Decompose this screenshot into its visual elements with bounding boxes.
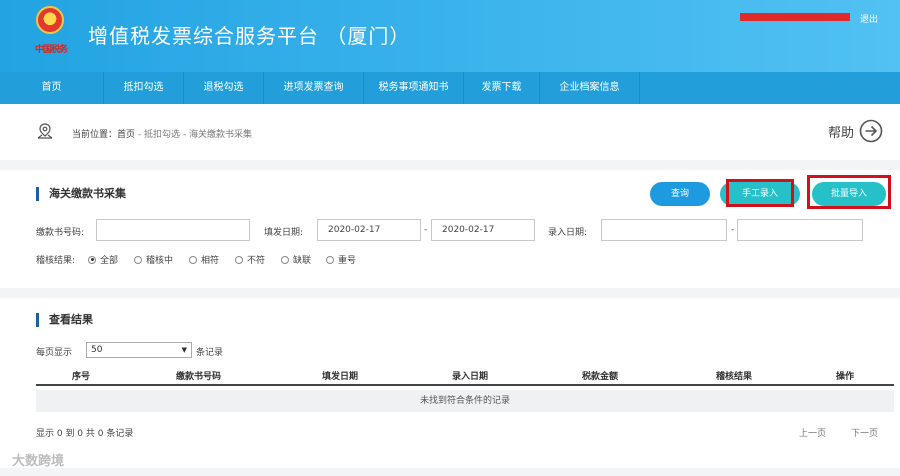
date-range-dash: -	[731, 225, 735, 235]
nav-item-refund[interactable]: 退税勾选	[184, 72, 264, 104]
radio-label: 相符	[201, 256, 220, 266]
column-header-tax-amount[interactable]: 税款金额	[582, 369, 618, 382]
column-header-number[interactable]: 缴款书号码	[176, 369, 221, 382]
number-label: 缴款书号码:	[36, 228, 85, 238]
empty-table-row: 未找到符合条件的记录	[36, 390, 894, 412]
radio-all[interactable]: 全部	[88, 253, 118, 266]
entry-date-to-input[interactable]	[737, 219, 863, 241]
column-header-actions: 操作	[836, 372, 855, 382]
nav-item-tax-notice[interactable]: 税务事项通知书	[364, 72, 464, 104]
column-header-entry-date[interactable]: 录入日期	[452, 369, 488, 382]
logo-text: 中国税务	[35, 45, 68, 55]
location-icon	[37, 123, 53, 139]
redacted-username	[740, 13, 850, 21]
radio-missing[interactable]: 缺联	[281, 253, 311, 266]
radio-dot[interactable]	[134, 255, 142, 264]
breadcrumb-sep: -	[135, 130, 145, 140]
entry-date-label: 录入日期:	[548, 228, 588, 238]
column-header-fill-date[interactable]: 填发日期	[322, 369, 358, 382]
breadcrumb-deduction[interactable]: 抵扣勾选	[144, 130, 180, 140]
help-link[interactable]: 帮助	[828, 122, 854, 141]
next-page-link[interactable]: 下一页	[851, 426, 878, 439]
breadcrumb-home[interactable]: 首页	[117, 130, 135, 140]
fill-date-from-input[interactable]: 2020-02-17	[317, 219, 421, 241]
column-header-seq[interactable]: 序号	[72, 369, 90, 382]
per-page-select[interactable]: 50 ▼	[86, 342, 192, 358]
results-panel: 查看结果 每页显示 50 ▼ 条记录 序号 缴款书号码 填发日期 录入日期 税款…	[0, 298, 900, 468]
radio-dot[interactable]	[88, 255, 96, 264]
radio-label: 全部	[100, 256, 119, 266]
app-title: 增值税发票综合服务平台 （厦门）	[88, 24, 411, 48]
search-form-panel: 海关缴款书采集 查询 手工录入 批量导入 缴款书号码: 填发日期: 2020-0…	[0, 170, 900, 288]
records-suffix: 条记录	[196, 348, 224, 358]
nav-item-deduction[interactable]: 抵扣勾选	[104, 72, 184, 104]
manual-entry-highlight	[726, 179, 794, 207]
logout-link[interactable]: 退出	[860, 12, 878, 25]
breadcrumb-prefix: 当前位置：	[72, 130, 118, 140]
radio-label: 重号	[338, 256, 357, 266]
fill-date-to-input[interactable]: 2020-02-17	[431, 219, 535, 241]
batch-import-highlight	[807, 175, 891, 209]
records-summary: 显示 0 到 0 共 0 条记录	[36, 429, 134, 439]
fill-date-label: 填发日期:	[264, 228, 304, 238]
form-section-title: 海关缴款书采集	[36, 187, 126, 201]
number-input[interactable]	[96, 219, 250, 241]
breadcrumb-panel: 当前位置：首页 - 抵扣勾选 - 海关缴款书采集 帮助	[0, 104, 900, 160]
radio-duplicate[interactable]: 重号	[326, 253, 356, 266]
entry-date-from-input[interactable]	[601, 219, 727, 241]
radio-label: 不符	[247, 256, 266, 266]
radio-label: 稽核中	[146, 256, 174, 266]
query-button[interactable]: 查询	[650, 182, 710, 206]
radio-match[interactable]: 相符	[189, 253, 219, 266]
radio-dot[interactable]	[326, 255, 334, 264]
radio-auditing[interactable]: 稽核中	[134, 253, 173, 266]
results-section-title: 查看结果	[36, 313, 93, 327]
column-header-audit-result[interactable]: 稽核结果	[716, 369, 752, 382]
radio-label: 缺联	[293, 256, 312, 266]
arrow-right-circle-icon[interactable]	[859, 119, 883, 143]
main-nav: 首页 抵扣勾选 退税勾选 进项发票查询 税务事项通知书 发票下载 企业档案信息	[0, 72, 900, 104]
breadcrumb-sep: -	[180, 130, 190, 140]
date-range-dash: -	[424, 225, 428, 235]
table-header: 序号 缴款书号码 填发日期 录入日期 税款金额 稽核结果 操作	[36, 364, 894, 386]
audit-result-label: 稽核结果:	[36, 256, 76, 266]
nav-item-input-invoice-query[interactable]: 进项发票查询	[264, 72, 364, 104]
chevron-down-icon: ▼	[181, 346, 187, 354]
radio-dot[interactable]	[281, 255, 289, 264]
nav-item-company-profile[interactable]: 企业档案信息	[540, 72, 640, 104]
app-header: 中国税务 增值税发票综合服务平台 （厦门） 退出	[0, 0, 900, 72]
radio-dot[interactable]	[189, 255, 197, 264]
nav-item-home[interactable]: 首页	[0, 72, 104, 104]
radio-dot[interactable]	[235, 255, 243, 264]
tax-emblem-icon	[36, 6, 64, 34]
per-page-label: 每页显示	[36, 348, 73, 358]
prev-page-link[interactable]: 上一页	[799, 426, 826, 439]
nav-item-invoice-download[interactable]: 发票下载	[464, 72, 540, 104]
breadcrumb-current: 海关缴款书采集	[189, 130, 253, 140]
radio-mismatch[interactable]: 不符	[235, 253, 265, 266]
watermark: 大数跨境	[12, 454, 65, 469]
per-page-value: 50	[91, 345, 103, 355]
breadcrumb: 当前位置：首页 - 抵扣勾选 - 海关缴款书采集	[72, 127, 252, 140]
